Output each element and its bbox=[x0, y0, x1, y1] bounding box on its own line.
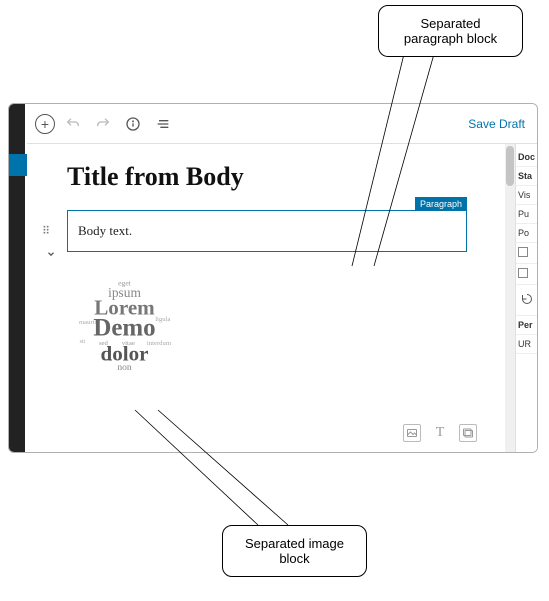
gallery-placeholder-icon[interactable] bbox=[459, 424, 477, 442]
sidebar-row-publish[interactable]: Pu bbox=[516, 205, 537, 224]
plus-icon: + bbox=[41, 117, 49, 131]
sidebar-checkbox-2[interactable] bbox=[516, 264, 537, 285]
block-inserter-toolbar: T bbox=[403, 424, 477, 442]
editor-screenshot-frame: + Save Draft Title from Body bbox=[8, 103, 538, 453]
svg-text:non: non bbox=[117, 362, 132, 373]
info-button[interactable] bbox=[121, 112, 145, 136]
sidebar-tab-document[interactable]: Doc bbox=[516, 148, 537, 167]
redo-button[interactable] bbox=[91, 112, 115, 136]
svg-text:ligula: ligula bbox=[155, 316, 170, 323]
sidebar-section-permalink[interactable]: Per bbox=[516, 316, 537, 335]
revisions-icon bbox=[521, 293, 533, 305]
editor-top-toolbar: + Save Draft bbox=[27, 104, 537, 144]
list-icon bbox=[155, 116, 171, 132]
callout-paragraph: Separated paragraph block bbox=[378, 5, 523, 57]
info-icon bbox=[125, 116, 141, 132]
callout-image: Separated image block bbox=[222, 525, 367, 577]
paragraph-block[interactable]: ⠿ Paragraph Body text. bbox=[67, 210, 467, 252]
block-type-badge: Paragraph bbox=[415, 197, 467, 211]
add-block-button[interactable]: + bbox=[35, 114, 55, 134]
block-editor-window: + Save Draft Title from Body bbox=[27, 104, 537, 452]
sidebar-revisions-button[interactable] bbox=[516, 285, 537, 316]
image-placeholder-icon[interactable] bbox=[403, 424, 421, 442]
callout-paragraph-text: Separated paragraph block bbox=[404, 16, 497, 46]
svg-text:sit: sit bbox=[80, 339, 86, 345]
settings-sidebar: Doc Sta Vis Pu Po Per UR bbox=[515, 144, 537, 452]
redo-icon bbox=[95, 116, 111, 132]
admin-menu-active-indicator bbox=[9, 154, 27, 176]
sidebar-row-visibility[interactable]: Vis bbox=[516, 186, 537, 205]
svg-text:Demo: Demo bbox=[93, 314, 155, 341]
save-draft-button[interactable]: Save Draft bbox=[468, 117, 529, 131]
vertical-scrollbar[interactable] bbox=[505, 144, 515, 452]
callout-image-text: Separated image block bbox=[245, 536, 344, 566]
undo-button[interactable] bbox=[61, 112, 85, 136]
post-title[interactable]: Title from Body bbox=[67, 162, 485, 192]
sidebar-row-url[interactable]: UR bbox=[516, 335, 537, 354]
chevron-down-icon bbox=[46, 249, 56, 259]
svg-text:interdum: interdum bbox=[147, 340, 172, 347]
sidebar-checkbox-1[interactable] bbox=[516, 243, 537, 264]
image-block[interactable]: eget ipsum Lorem mauris ligula Demo sit … bbox=[67, 266, 182, 376]
text-placeholder-icon[interactable]: T bbox=[431, 424, 449, 442]
outline-button[interactable] bbox=[151, 112, 175, 136]
sidebar-section-status[interactable]: Sta bbox=[516, 167, 537, 186]
sidebar-row-post[interactable]: Po bbox=[516, 224, 537, 243]
move-down-button[interactable] bbox=[46, 247, 56, 263]
save-draft-label: Save Draft bbox=[468, 117, 525, 131]
editor-canvas[interactable]: Title from Body ⠿ Paragraph Body text. bbox=[27, 144, 505, 452]
drag-handle-icon[interactable]: ⠿ bbox=[42, 225, 51, 238]
undo-icon bbox=[65, 116, 81, 132]
wordcloud-image: eget ipsum Lorem mauris ligula Demo sit … bbox=[67, 266, 182, 376]
paragraph-text[interactable]: Body text. bbox=[78, 223, 132, 238]
